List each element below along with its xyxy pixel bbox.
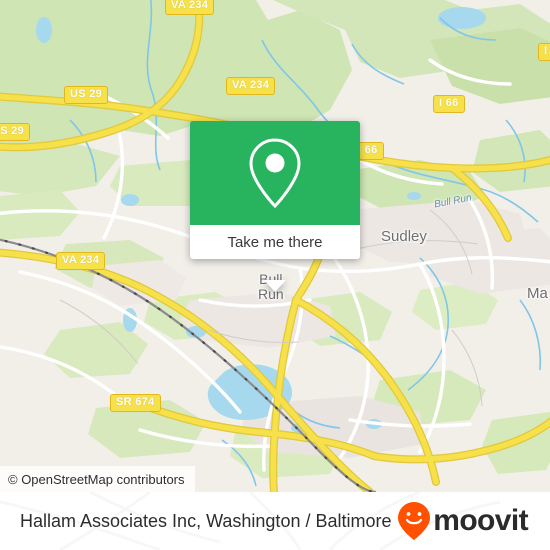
popup-pointer	[264, 280, 286, 292]
shield-i-66-edge[interactable]: I 66	[538, 43, 550, 61]
take-me-there-label: Take me there	[227, 233, 323, 251]
shield-i-66-right[interactable]: I 66	[433, 95, 465, 113]
location-title: Hallam Associates Inc, Washington / Balt…	[20, 510, 392, 531]
footer-bar: Hallam Associates Inc, Washington / Balt…	[0, 492, 550, 550]
map-attribution[interactable]: © OpenStreetMap contributors	[0, 466, 195, 492]
moovit-smiley-pin-icon	[398, 502, 431, 540]
shield-us-29[interactable]: US 29	[64, 86, 109, 104]
place-label-manassas-truncated: Ma	[527, 285, 548, 302]
place-label-sudley: Sudley	[381, 228, 427, 245]
shield-us-29-left[interactable]: US 29	[0, 123, 31, 141]
shield-va-234-mid[interactable]: VA 234	[226, 77, 276, 95]
moovit-wordmark: moovit	[433, 504, 528, 537]
moovit-brand[interactable]: moovit	[397, 501, 529, 541]
take-me-there-popup[interactable]: Take me there	[190, 121, 360, 292]
map-screenshot: VA 234 US 29 VA 234 I 66 I 66 US 29 I 66…	[0, 0, 550, 550]
attribution-text: © OpenStreetMap contributors	[8, 471, 185, 487]
map-canvas[interactable]: VA 234 US 29 VA 234 I 66 I 66 US 29 I 66…	[0, 0, 550, 492]
location-pin-icon	[249, 138, 301, 209]
shield-sr-674[interactable]: SR 674	[110, 394, 161, 412]
popup-action-bar[interactable]: Take me there	[190, 225, 360, 259]
shield-va-234-left[interactable]: VA 234	[56, 252, 106, 270]
popup-icon-area	[190, 121, 360, 225]
shield-va-234-top[interactable]: VA 234	[165, 0, 215, 15]
